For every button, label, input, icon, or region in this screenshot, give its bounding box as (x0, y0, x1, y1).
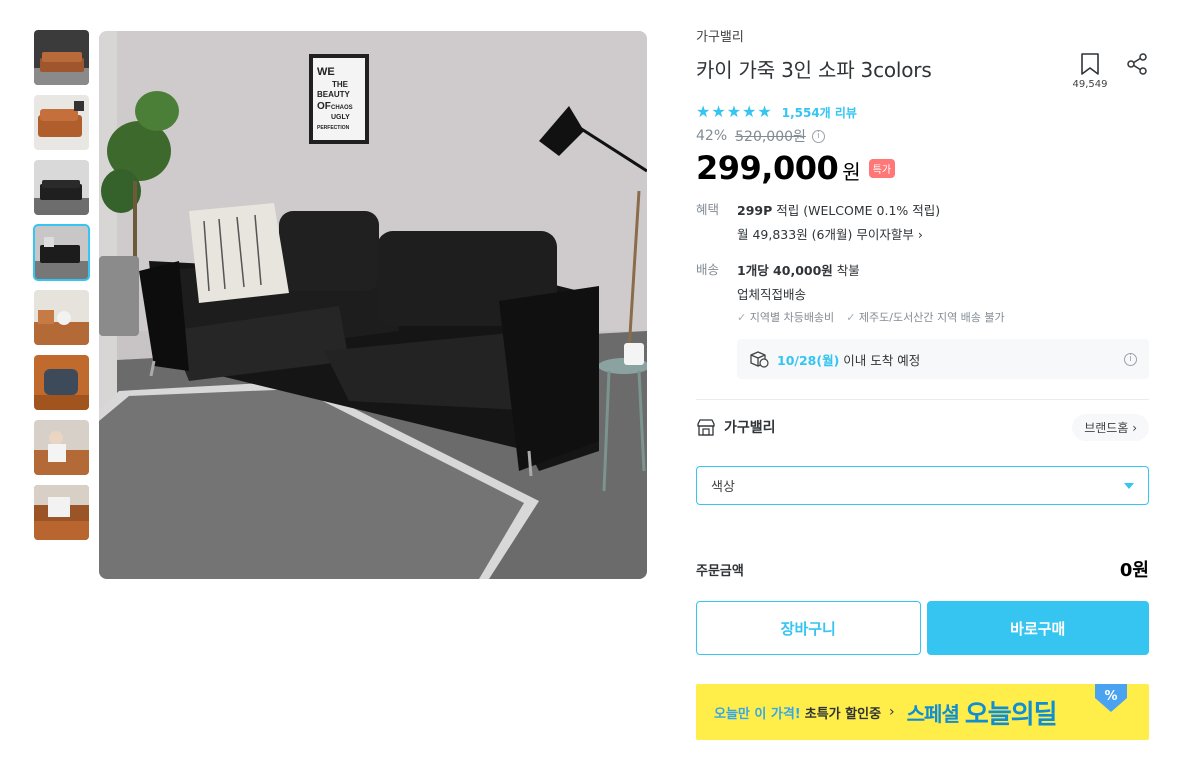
discount-rate: 42% (696, 128, 728, 144)
color-option-select[interactable]: 색상 (696, 466, 1149, 505)
todays-deal-banner[interactable]: 오늘만 이 가격! 초특가 할인중 › 스페셜 오늘의딜 % (696, 684, 1149, 740)
thumbnail-1[interactable] (34, 30, 89, 85)
chevron-right-icon: › (889, 704, 895, 720)
poster-text-4: OF (317, 101, 331, 112)
brand-name[interactable]: 가구밸리 (724, 417, 776, 437)
shipping-section: 배송 1개당 40,000원 착불 업체직접배송 지역별 차등배송비 제주도/도… (696, 259, 1149, 379)
thumbnail-4-selected[interactable] (33, 224, 90, 281)
poster-text-6: UGLY (331, 114, 350, 121)
star-icon: ★ (742, 102, 757, 121)
share-button[interactable] (1125, 52, 1149, 80)
benefit-label: 혜택 (696, 202, 720, 217)
points-text: 적립 (WELCOME 0.1% 적립) (772, 203, 941, 218)
add-to-cart-button[interactable]: 장바구니 (696, 601, 921, 655)
store-icon (697, 419, 715, 436)
percent-tag-text: % (1104, 689, 1117, 704)
bookmark-icon (1081, 53, 1099, 75)
special-badge: 특가 (868, 159, 896, 178)
poster-text-5: CHAOS (331, 105, 353, 111)
points-line: 299P 적립 (WELCOME 0.1% 적립) (737, 199, 1149, 223)
poster-text-2: THE (332, 80, 349, 89)
delivery-box-icon (750, 351, 769, 368)
bookmark-button[interactable]: 49,549 (1072, 52, 1108, 90)
poster-text-7: PERFECTION (317, 125, 350, 131)
installment-link[interactable]: 월 49,833원 (6개월) 무이자할부 › (737, 223, 1149, 247)
brand-link[interactable]: 가구밸리 (696, 26, 1149, 45)
brand-home-button[interactable]: 브랜드홈 › (1072, 413, 1149, 441)
shipping-label: 배송 (696, 262, 720, 277)
share-icon (1127, 53, 1147, 75)
thumbnail-8[interactable] (34, 485, 89, 540)
deal-promo-subtext: 초특가 할인중 (804, 706, 882, 722)
star-icon: ★ (711, 102, 726, 121)
thumbnail-7[interactable] (34, 420, 89, 475)
deal-special-label: 스페셜 (906, 701, 960, 726)
review-count-link[interactable]: 1,554개 리뷰 (782, 104, 857, 121)
percent-tag-icon: % (1095, 684, 1127, 712)
shipping-fee: 1개당 40,000원 착불 (737, 259, 1149, 283)
thumbnail-5[interactable] (34, 290, 89, 345)
poster-text-3: BEAUTY (317, 90, 351, 99)
shipping-note: 제주도/도서산간 지역 배송 불가 (846, 309, 1005, 325)
shipping-notes: 지역별 차등배송비 제주도/도서산간 지역 배송 불가 (737, 309, 1149, 325)
arrival-text: 이내 도착 예정 (843, 352, 921, 368)
order-amount-label: 주문금액 (696, 563, 744, 579)
arrival-date: 10/28(월) (777, 352, 840, 368)
shipping-fee-value: 1개당 40,000원 (737, 263, 833, 278)
chevron-down-icon (1124, 483, 1134, 489)
thumbnail-list (33, 30, 90, 550)
star-icon: ★ (726, 102, 742, 121)
bookmark-count: 49,549 (1072, 79, 1108, 90)
deal-title: 오늘의딜 (964, 699, 1058, 730)
info-icon[interactable]: i (811, 129, 825, 143)
shipping-note: 지역별 차등배송비 (737, 309, 834, 325)
info-icon[interactable]: i (1124, 352, 1137, 366)
rating-row[interactable]: ★ ★ ★ ★ ★ 1,554개 리뷰 (696, 103, 1149, 121)
color-option-placeholder: 색상 (711, 480, 735, 495)
order-amount-value: 0원 (1119, 560, 1149, 581)
benefit-section: 혜택 299P 적립 (WELCOME 0.1% 적립) 월 49,833원 (… (696, 199, 1149, 247)
shipping-method: 업체직접배송 (737, 287, 807, 302)
brand-row: 가구밸리 브랜드홈 › (696, 400, 1149, 454)
purchase-buttons: 장바구니 바로구매 (696, 601, 1149, 655)
star-rating: ★ ★ ★ ★ ★ (696, 104, 772, 120)
shipping-fee-text: 착불 (832, 263, 860, 278)
poster-text-1: WE (317, 66, 335, 78)
points-value: 299P (737, 203, 773, 218)
thumbnail-6[interactable] (34, 355, 89, 410)
thumbnail-2[interactable] (34, 95, 89, 150)
product-info-panel: 가구밸리 카이 가죽 3인 소파 3colors 49,549 ★ ★ ★ ★ … (696, 26, 1149, 740)
title-actions: 49,549 (1073, 52, 1149, 90)
sale-price: 299,000 (696, 149, 839, 187)
deal-promo-text: 오늘만 이 가격! (714, 706, 801, 722)
thumbnail-3[interactable] (34, 160, 89, 215)
arrival-estimate: 10/28(월) 이내 도착 예정 i (737, 339, 1149, 379)
order-amount-row: 주문금액 0원 (696, 557, 1149, 581)
main-product-image[interactable]: WE THE BEAUTY OF CHAOS UGLY PERFECTION (99, 31, 647, 579)
buy-now-button[interactable]: 바로구매 (926, 601, 1149, 655)
price-row: 299,000 원 특가 (696, 149, 1149, 187)
discount-row: 42% 520,000원 i (696, 127, 1149, 145)
star-icon: ★ (757, 102, 772, 121)
star-icon: ★ (696, 102, 711, 121)
currency-label: 원 (842, 160, 861, 184)
original-price: 520,000원 (735, 129, 806, 145)
